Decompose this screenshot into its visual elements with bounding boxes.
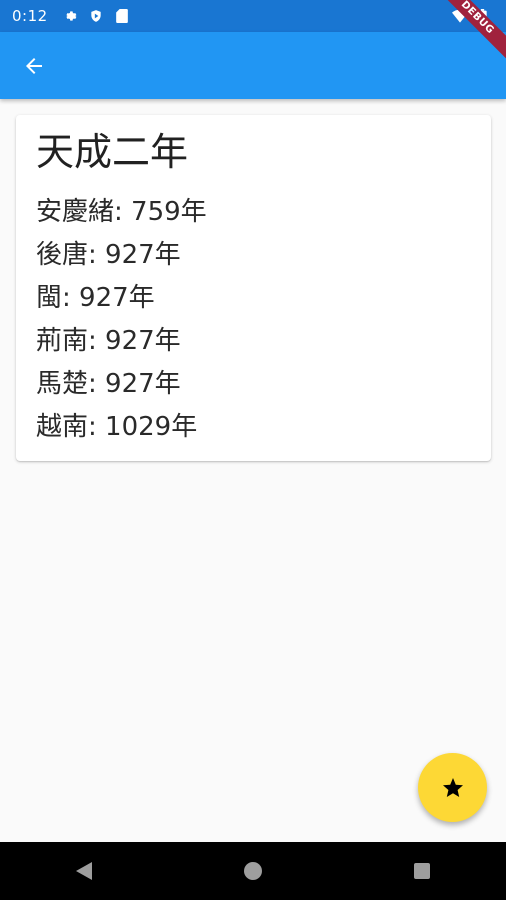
list-item: 越南: 1029年	[36, 412, 198, 442]
home-circle-icon	[243, 861, 263, 881]
app-bar	[0, 32, 506, 99]
play-shield-icon	[88, 8, 104, 24]
arrow-back-icon	[22, 54, 46, 78]
list-item: 馬楚: 927年	[36, 369, 181, 399]
list-item: 安慶緒: 759年	[36, 197, 207, 227]
status-time: 0:12	[12, 7, 48, 25]
nav-recents-button[interactable]	[392, 842, 452, 900]
status-bar: 0:12	[0, 0, 506, 32]
nav-home-button[interactable]	[223, 842, 283, 900]
gear-icon	[62, 8, 78, 24]
system-nav-bar	[0, 842, 506, 900]
list-item: 閩: 927年	[36, 283, 155, 313]
favorite-fab[interactable]	[418, 753, 487, 822]
back-triangle-icon	[75, 861, 93, 881]
era-list: 安慶緒: 759年 後唐: 927年 閩: 927年 荊南: 927年 馬楚: …	[36, 191, 471, 449]
star-icon	[441, 776, 465, 800]
era-card: 天成二年 安慶緒: 759年 後唐: 927年 閩: 927年 荊南: 927年…	[16, 115, 491, 461]
back-button[interactable]	[10, 42, 58, 90]
nav-back-button[interactable]	[54, 842, 114, 900]
list-item: 後唐: 927年	[36, 240, 181, 270]
list-item: 荊南: 927年	[36, 326, 181, 356]
sd-card-icon	[114, 8, 130, 24]
card-title: 天成二年	[36, 130, 189, 174]
recents-square-icon	[413, 862, 431, 880]
